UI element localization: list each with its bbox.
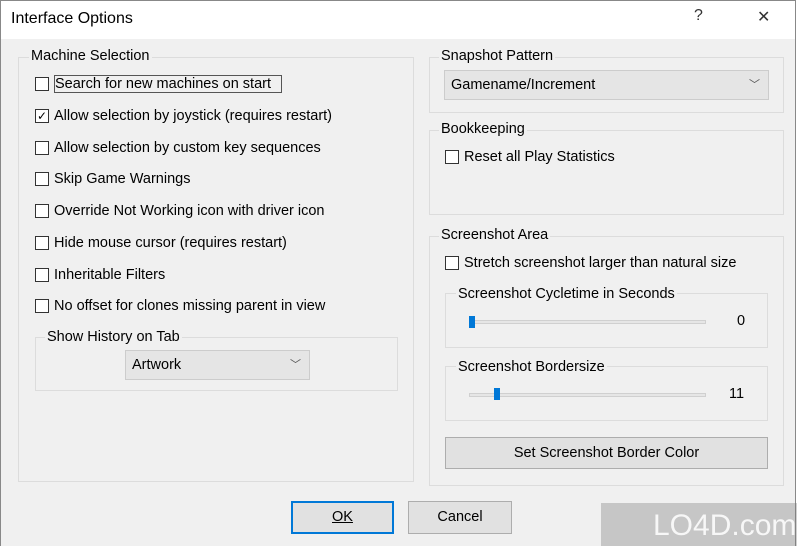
set-border-color-button[interactable]: Set Screenshot Border Color bbox=[445, 437, 768, 469]
checkbox-stretch-screenshot[interactable]: Stretch screenshot larger than natural s… bbox=[445, 255, 736, 271]
interface-options-dialog: Interface Options ? ✕ Machine Selection … bbox=[0, 0, 797, 549]
snapshot-label: Snapshot Pattern bbox=[439, 48, 556, 64]
history-tab-select[interactable]: Artwork ﹀ bbox=[125, 350, 310, 380]
checkbox-hide-cursor[interactable]: Hide mouse cursor (requires restart) bbox=[35, 235, 287, 251]
checkbox-no-offset-clones[interactable]: No offset for clones missing parent in v… bbox=[35, 298, 325, 314]
cycletime-slider[interactable] bbox=[469, 320, 706, 324]
checkbox-override-icon[interactable]: Override Not Working icon with driver ic… bbox=[35, 203, 325, 219]
checkbox-box[interactable] bbox=[35, 268, 49, 282]
bookkeeping-group bbox=[429, 130, 784, 215]
checkbox-box[interactable] bbox=[35, 236, 49, 250]
checkbox-reset-stats[interactable]: Reset all Play Statistics bbox=[445, 149, 615, 165]
check-icon[interactable]: ✓ bbox=[35, 109, 49, 123]
chevron-down-icon: ﹀ bbox=[290, 359, 301, 371]
bordersize-slider[interactable] bbox=[469, 393, 706, 397]
checkbox-box[interactable] bbox=[445, 150, 459, 164]
checkbox-search-new-machines[interactable]: Search for new machines on start bbox=[35, 75, 282, 93]
checkbox-box[interactable] bbox=[35, 141, 49, 155]
window-title: Interface Options bbox=[11, 10, 133, 27]
history-label: Show History on Tab bbox=[45, 329, 182, 345]
chevron-down-icon: ﹀ bbox=[749, 79, 760, 91]
checkbox-custom-key[interactable]: Allow selection by custom key sequences bbox=[35, 140, 321, 156]
checkbox-box[interactable] bbox=[35, 77, 49, 91]
help-button[interactable]: ? bbox=[694, 7, 703, 25]
checkbox-inheritable-filters[interactable]: Inheritable Filters bbox=[35, 267, 165, 283]
bordersize-label: Screenshot Bordersize bbox=[456, 359, 607, 375]
screenshot-area-label: Screenshot Area bbox=[439, 227, 551, 243]
cycletime-value: 0 bbox=[737, 313, 746, 329]
background-window bbox=[0, 546, 800, 552]
checkbox-skip-warnings[interactable]: Skip Game Warnings bbox=[35, 171, 190, 187]
cycletime-slider-thumb[interactable] bbox=[469, 316, 475, 328]
checkbox-box[interactable] bbox=[35, 172, 49, 186]
bookkeeping-label: Bookkeeping bbox=[439, 121, 527, 137]
cancel-button[interactable]: Cancel bbox=[408, 501, 512, 534]
machine-selection-label: Machine Selection bbox=[29, 48, 152, 64]
checkbox-box[interactable] bbox=[445, 256, 459, 270]
snapshot-pattern-select[interactable]: Gamename/Increment ﹀ bbox=[444, 70, 769, 100]
cycletime-label: Screenshot Cycletime in Seconds bbox=[456, 286, 677, 302]
checkbox-box[interactable] bbox=[35, 204, 49, 218]
bordersize-value: 11 bbox=[729, 386, 745, 402]
checkbox-box[interactable] bbox=[35, 299, 49, 313]
close-button[interactable]: ✕ bbox=[757, 7, 770, 27]
title-bar: Interface Options ? ✕ bbox=[1, 1, 795, 39]
bordersize-slider-thumb[interactable] bbox=[494, 388, 500, 400]
checkbox-allow-joystick[interactable]: ✓ Allow selection by joystick (requires r… bbox=[35, 108, 332, 124]
watermark-logo: LO4D.com bbox=[601, 503, 797, 549]
ok-button[interactable]: OK bbox=[291, 501, 394, 534]
